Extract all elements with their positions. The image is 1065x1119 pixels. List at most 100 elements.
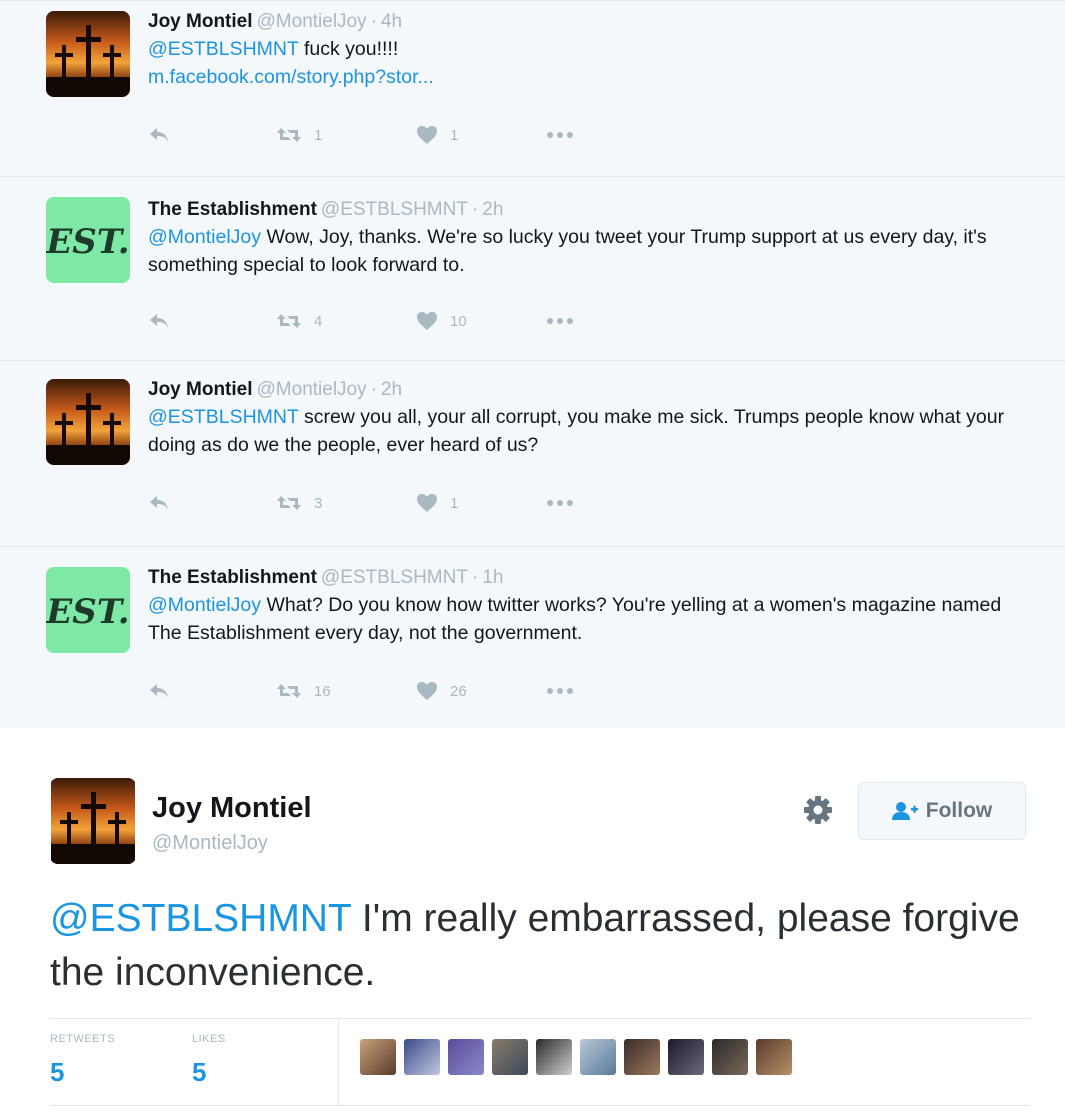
tweet-text: @ESTBLSHMNT screw you all, your all corr… [148, 403, 1037, 459]
heart-icon [417, 312, 437, 330]
mention-link[interactable]: @MontielJoy [148, 226, 261, 248]
liker-avatar[interactable] [624, 1039, 660, 1075]
retweet-button[interactable]: 4 [276, 312, 416, 330]
tweet-stats: RETWEETS 5 LIKES 5 [50, 1018, 1030, 1106]
liker-avatar[interactable] [580, 1039, 616, 1075]
author-handle[interactable]: @MontielJoy [152, 832, 268, 855]
tweet-body: fuck you!!!! [303, 38, 399, 60]
avatar[interactable] [46, 379, 130, 465]
like-button[interactable]: 1 [416, 125, 546, 145]
tweet[interactable]: Joy Montiel @MontielJoy · 2h @ESTBLSHMNT sc… [0, 361, 1065, 547]
avatar-cross-image [50, 778, 136, 864]
author-name[interactable]: The Establishment [148, 199, 317, 220]
more-icon [547, 688, 573, 694]
more-button[interactable] [546, 499, 574, 507]
tweet[interactable]: EST. The Establishment @ESTBLSHMNT · 1h @Mo… [0, 547, 1065, 729]
liker-avatar[interactable] [756, 1039, 792, 1075]
author-name[interactable]: The Establishment [148, 567, 317, 588]
like-count: 1 [450, 494, 459, 512]
retweets-stat[interactable]: RETWEETS 5 [50, 1033, 115, 1088]
timestamp[interactable]: 2h [482, 199, 503, 220]
reply-icon [150, 684, 168, 698]
gear-icon [804, 796, 832, 824]
reply-icon [150, 128, 168, 142]
more-icon [547, 132, 573, 138]
tweet-text: @ESTBLSHMNT fuck you!!!! m.facebook.com/… [148, 35, 1037, 91]
retweet-icon [277, 684, 301, 698]
retweet-button[interactable]: 3 [276, 494, 416, 512]
url-link[interactable]: m.facebook.com/story.php?stor... [148, 66, 434, 88]
reply-button[interactable] [148, 312, 276, 330]
mention-link[interactable]: @ESTBLSHMNT [148, 406, 299, 428]
liker-avatar[interactable] [536, 1039, 572, 1075]
stats-divider [338, 1019, 339, 1105]
avatar[interactable]: EST. [46, 197, 130, 283]
retweets-label: RETWEETS [50, 1033, 116, 1045]
permalink-tweet: Joy Montiel @MontielJoy Follow @ESTBLSHM… [0, 728, 1065, 1119]
mention-link[interactable]: @ESTBLSHMNT [50, 897, 351, 940]
like-button[interactable]: 26 [416, 681, 546, 701]
timestamp[interactable]: 1h [482, 567, 503, 588]
author-handle[interactable]: @MontielJoy [257, 11, 367, 32]
est-logo-icon: EST. [46, 197, 130, 283]
separator-dot: · [471, 567, 479, 588]
tweet-actions: 16 26 [148, 681, 574, 701]
timestamp[interactable]: 2h [381, 379, 402, 400]
author-handle[interactable]: @ESTBLSHMNT [321, 567, 468, 588]
retweet-count: 4 [314, 312, 323, 330]
author-name[interactable]: Joy Montiel [148, 11, 253, 32]
avatar-cross-image [46, 379, 130, 465]
author-handle[interactable]: @ESTBLSHMNT [321, 199, 468, 220]
reply-button[interactable] [148, 682, 276, 700]
avatar[interactable]: EST. [46, 567, 130, 653]
more-icon [547, 500, 573, 506]
avatar[interactable] [46, 11, 130, 97]
liker-avatar[interactable] [360, 1039, 396, 1075]
tweet[interactable]: EST. The Establishment @ESTBLSHMNT · 2h @Mo… [0, 177, 1065, 361]
author-name[interactable]: Joy Montiel [148, 379, 253, 400]
mention-link[interactable]: @MontielJoy [148, 594, 261, 616]
reply-button[interactable] [148, 494, 276, 512]
retweet-count: 3 [314, 494, 323, 512]
mention-link[interactable]: @ESTBLSHMNT [148, 38, 299, 60]
like-button[interactable]: 1 [416, 493, 546, 513]
tweet-actions: 3 1 [148, 493, 574, 513]
heart-icon [417, 494, 437, 512]
like-count: 10 [450, 312, 467, 330]
heart-icon [417, 126, 437, 144]
retweet-button[interactable]: 16 [276, 682, 416, 700]
reply-button[interactable] [148, 126, 276, 144]
likes-label: LIKES [192, 1033, 226, 1045]
user-actions-button[interactable] [802, 794, 834, 826]
author-name[interactable]: Joy Montiel [152, 792, 312, 825]
like-button[interactable]: 10 [416, 311, 546, 331]
follow-button[interactable]: Follow [858, 782, 1026, 840]
like-count: 1 [450, 126, 459, 144]
liker-avatar[interactable] [448, 1039, 484, 1075]
timestamp[interactable]: 4h [381, 11, 402, 32]
more-button[interactable] [546, 317, 574, 325]
retweet-icon [277, 128, 301, 142]
liker-avatar[interactable] [492, 1039, 528, 1075]
separator-dot: · [370, 379, 377, 400]
liker-avatar[interactable] [668, 1039, 704, 1075]
avatar[interactable] [50, 778, 136, 864]
tweet-thread: Joy Montiel @MontielJoy · 4h @ESTBLSHMNT fu… [0, 0, 1065, 729]
separator-dot: · [471, 199, 479, 220]
avatar-cross-image [46, 11, 130, 97]
likers-avatars [360, 1039, 800, 1075]
liker-avatar[interactable] [712, 1039, 748, 1075]
more-button[interactable] [546, 687, 574, 695]
retweets-count: 5 [50, 1057, 65, 1087]
author-handle[interactable]: @MontielJoy [257, 379, 367, 400]
retweet-button[interactable]: 1 [276, 126, 416, 144]
more-button[interactable] [546, 131, 574, 139]
follow-label: Follow [925, 799, 993, 822]
like-count: 26 [450, 682, 467, 700]
tweet[interactable]: Joy Montiel @MontielJoy · 4h @ESTBLSHMNT fu… [0, 1, 1065, 177]
liker-avatar[interactable] [404, 1039, 440, 1075]
tweet-text: @MontielJoy Wow, Joy, thanks. We're so l… [148, 223, 1037, 279]
tweet-actions: 1 1 [148, 125, 574, 145]
likes-stat[interactable]: LIKES 5 [192, 1033, 226, 1088]
tweet-body: Wow, Joy, thanks. We're so lucky you twe… [148, 226, 987, 276]
